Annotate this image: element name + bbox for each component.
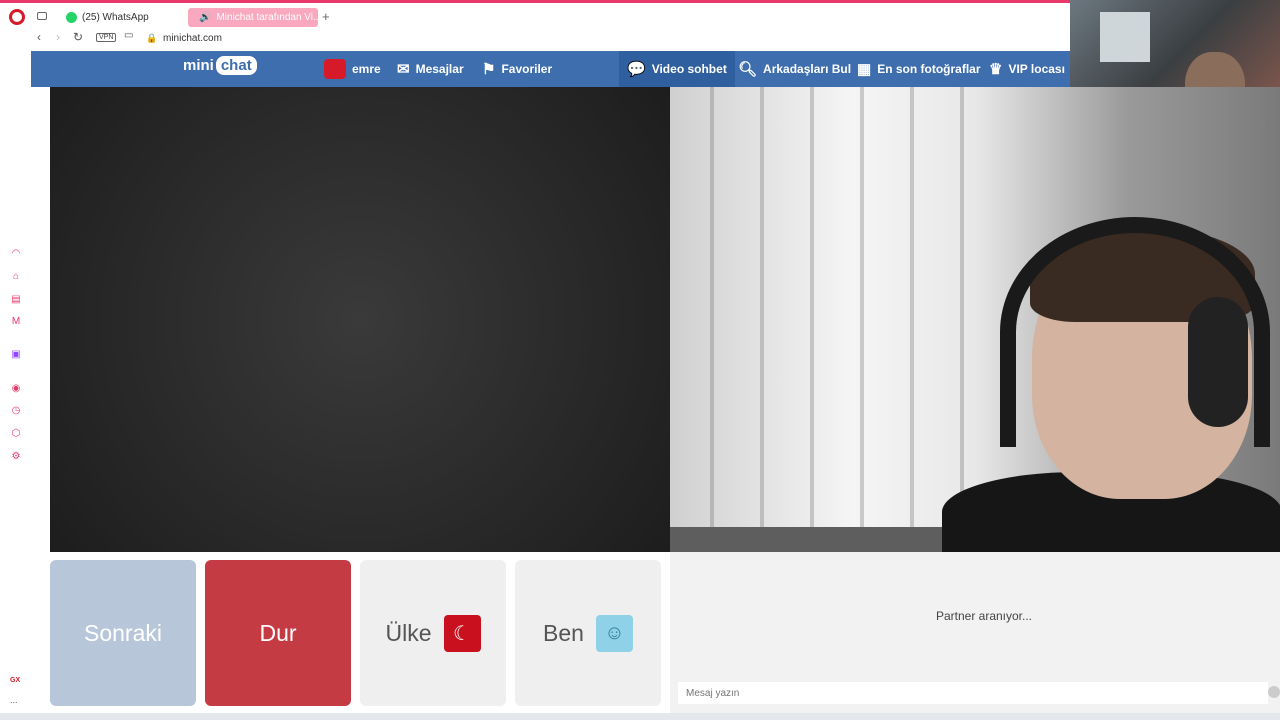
webcam-window [1100,12,1150,62]
grid-icon: ▦ [857,61,872,78]
back-icon[interactable]: ‹ [37,30,41,44]
player-icon[interactable]: ◉ [10,383,22,395]
avatar-icon: ☺ [595,614,633,652]
extensions-icon[interactable]: ⬡ [10,428,22,440]
nav-latest-photos[interactable]: ▦ En son fotoğraflar [857,51,981,87]
taskbar [0,713,1280,720]
emoji-icon[interactable] [1268,686,1280,698]
gamepad-icon [324,59,346,79]
nav-messages[interactable]: ✉ Mesajlar [397,51,464,87]
shop-icon[interactable]: ⌂ [10,271,22,283]
new-tab-button[interactable]: + [322,9,330,24]
logo-mini-text: mini [183,57,214,74]
tab-label: (25) WhatsApp [82,12,149,23]
gx-label[interactable]: GX [10,677,20,684]
partner-video [50,87,670,552]
chat-panel: Partner aranıyor... [670,552,1280,720]
site-navbar: mini chat emre ✉ Mesajlar ⚑ Favoriler 💬 … [31,51,1070,87]
next-button[interactable]: Sonraki [50,560,196,706]
url-field[interactable]: minichat.com [163,33,222,44]
chat-status: Partner aranıyor... [935,609,1033,623]
me-button[interactable]: Ben ☺ [515,560,661,706]
forward-icon[interactable]: › [56,30,60,44]
nav-video-chat-label: Video sohbet [651,62,727,76]
settings-icon[interactable]: ⚙ [10,451,22,463]
whatsapp-icon [66,12,77,23]
country-button[interactable]: Ülke ☾ [360,560,506,706]
self-video [670,87,1280,552]
tab-whatsapp[interactable]: (25) WhatsApp [60,8,185,27]
turkey-flag-icon: ☾ [443,614,481,652]
message-input[interactable] [678,682,1268,704]
tab-minichat[interactable]: 🔊 Minichat tarafından Vi... [188,8,318,27]
address-bar: ‹ › ↻ VPN ▭ 🔒 minichat.com [0,30,1070,50]
headset-earcup [1188,297,1248,427]
crown-icon: ♛ [989,61,1003,78]
more-icon[interactable]: ... [10,695,18,705]
aria-icon[interactable]: ◠ [10,248,22,260]
bookmark-icon: ⚑ [482,61,496,78]
nav-messages-label: Mesajlar [415,62,464,76]
nav-latest-photos-label: En son fotoğraflar [877,62,981,76]
opera-logo-icon[interactable] [9,9,25,25]
next-label: Sonraki [84,619,162,646]
nav-vip[interactable]: ♛ VIP locası [989,51,1065,87]
news-icon[interactable]: ▤ [10,294,22,306]
country-label: Ülke [385,619,432,646]
history-icon[interactable]: ◷ [10,405,22,417]
twitch-icon[interactable]: ▣ [10,349,22,361]
minichat-logo[interactable]: mini chat [183,56,257,75]
nav-find-friends-label: Arkadaşları Bul [763,62,852,76]
logo-chat-text: chat [215,56,257,75]
reload-icon[interactable]: ↻ [73,30,83,44]
camera-icon[interactable]: ▭ [124,30,133,41]
nav-user-label: emre [352,62,381,76]
chat-bubble-icon: 💬 [627,61,646,78]
browser-sidebar: ◠ ⌂ ▤ M ▣ ◉ ◷ ⬡ ⚙ GX ... [0,50,32,720]
nav-favorites-label: Favoriler [501,62,553,76]
nav-find-friends[interactable]: 🔍︎ Arkadaşları Bul [738,51,851,87]
mail-icon[interactable]: M [10,316,22,328]
nav-video-chat[interactable]: 💬 Video sohbet [619,51,735,87]
speaker-icon[interactable]: 🔊 [199,12,211,23]
lock-icon[interactable]: 🔒 [146,33,157,44]
envelope-icon: ✉ [397,61,410,78]
nav-vip-label: VIP locası [1008,62,1065,76]
nav-user[interactable]: emre [324,51,381,87]
tabs-overview-icon[interactable] [37,12,47,20]
stop-button[interactable]: Dur [205,560,351,706]
vpn-badge[interactable]: VPN [96,33,117,42]
me-label: Ben [543,619,584,646]
tab-label: Minichat tarafından Vi... [216,12,318,23]
stop-label: Dur [259,619,297,646]
nav-favorites[interactable]: ⚑ Favoriler [482,51,552,87]
search-icon: 🔍︎ [738,61,758,78]
